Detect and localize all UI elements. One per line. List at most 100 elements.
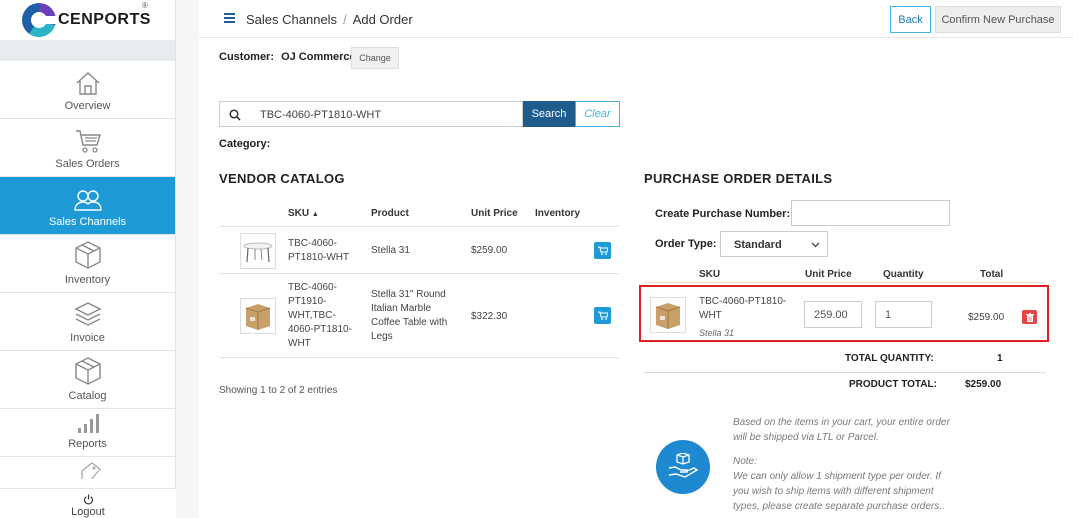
table-product-image [243, 242, 273, 263]
cart-icon [597, 246, 608, 255]
customer-label: Customer: [219, 51, 275, 63]
table-divider [219, 357, 619, 358]
bar-chart-icon [77, 414, 99, 433]
po-line-total: $259.00 [968, 312, 1005, 323]
sidebar-item-catalog[interactable]: Catalog [0, 351, 175, 409]
sidebar-item-sales-orders[interactable]: Sales Orders [0, 119, 175, 177]
logout-button[interactable]: Logout [0, 488, 176, 518]
delete-line-button[interactable] [1022, 310, 1037, 324]
clear-button[interactable]: Clear [575, 101, 620, 127]
search-value: TBC-4060-PT1810-WHT [260, 109, 382, 121]
add-to-cart-button[interactable] [594, 307, 611, 324]
table-info: Showing 1 to 2 of 2 entries [219, 385, 338, 396]
po-line-product-name: Stella 31 [699, 328, 735, 338]
col-sku-label: SKU [288, 208, 310, 219]
cart-icon [75, 130, 101, 153]
customer-info: Customer: OJ Commerce [219, 51, 356, 63]
table-divider [219, 273, 619, 274]
breadcrumb-current: Add Order [352, 12, 413, 27]
sku-line: PT1910- [288, 296, 327, 307]
order-type-select[interactable]: Standard [720, 231, 828, 257]
home-icon [76, 72, 99, 95]
box-icon [74, 357, 101, 385]
add-to-cart-button[interactable] [594, 242, 611, 259]
search-button[interactable]: Search [523, 101, 575, 127]
change-customer-button[interactable]: Change [351, 47, 399, 69]
product-line: Italian Marble [371, 303, 432, 314]
product-total-value: $259.00 [965, 379, 1002, 390]
product-line: Legs [371, 331, 393, 342]
sidebar-item-reports[interactable]: Reports [0, 409, 175, 457]
box-icon [74, 241, 101, 269]
po-line-sku: TBC-4060-PT1810- WHT [699, 295, 786, 323]
power-icon [83, 494, 93, 505]
row2-product: Stella 31" Round Italian Marble Coffee T… [371, 288, 447, 344]
note-line: types, please create separate purchase o… [733, 501, 945, 512]
po-col-quantity: Quantity [883, 269, 924, 280]
po-number-input[interactable] [791, 200, 950, 226]
row1-price: $259.00 [471, 245, 508, 256]
quantity-input[interactable]: 1 [875, 301, 932, 328]
note-line: you wish to ship items with different sh… [733, 486, 934, 497]
product-total-label: PRODUCT TOTAL: [849, 379, 937, 390]
sidebar-item-invoice[interactable]: Invoice [0, 293, 175, 351]
back-button[interactable]: Back [890, 6, 931, 33]
sidebar-item-sales-channels[interactable]: Sales Channels [0, 177, 175, 235]
sort-asc-icon: ▲ [311, 211, 319, 218]
col-product-header[interactable]: Product [371, 208, 409, 219]
category-label: Category: [219, 138, 271, 150]
row1-product: Stella 31 [371, 245, 410, 256]
layers-icon [73, 302, 102, 326]
total-quantity-label: TOTAL QUANTITY: [845, 353, 934, 364]
sidebar-item-inventory[interactable]: Inventory [0, 235, 175, 293]
vendor-catalog-title: VENDOR CATALOG [219, 171, 345, 186]
search-input[interactable]: TBC-4060-PT1810-WHT [219, 101, 523, 127]
col-sku-header[interactable]: SKU ▲ [288, 208, 319, 219]
breadcrumb: Sales Channels / Add Order [246, 12, 413, 27]
sku-line: 4060-PT1810- [288, 324, 352, 335]
product-thumbnail [240, 233, 276, 269]
chevron-down-icon [811, 242, 820, 248]
menu-toggle-icon[interactable] [224, 13, 235, 23]
sidebar: CENPORTS ® Overview Sales Orders Sales C… [0, 0, 176, 518]
order-type-value: Standard [734, 239, 782, 251]
col-unit-price-header[interactable]: Unit Price [471, 208, 518, 219]
po-details-title: PURCHASE ORDER DETAILS [644, 171, 833, 186]
shipping-note: Note: We can only allow 1 shipment type … [733, 454, 973, 514]
cart-icon [597, 311, 608, 320]
top-header: Sales Channels / Add Order Back Confirm Ne… [199, 0, 1073, 38]
row1-sku: TBC-4060- PT1810-WHT [288, 237, 349, 265]
sidebar-spacer [0, 40, 175, 61]
product-line: Stella 31" Round [371, 289, 446, 300]
po-table-divider [644, 282, 1046, 283]
sku-line: WHT [699, 310, 722, 321]
row2-sku: TBC-4060- PT1910- WHT,TBC- 4060-PT1810- … [288, 281, 352, 351]
sidebar-item-partial [0, 457, 175, 479]
breadcrumb-parent[interactable]: Sales Channels [246, 12, 337, 27]
brand-name: CENPORTS [58, 11, 151, 28]
brand-logo[interactable]: CENPORTS ® [0, 0, 175, 40]
shipping-icon [656, 440, 710, 494]
product-thumbnail [240, 298, 276, 334]
registered-mark: ® [142, 1, 148, 10]
sidebar-item-label: Reports [68, 438, 107, 450]
unit-price-input[interactable]: 259.00 [804, 301, 862, 328]
po-col-total: Total [980, 269, 1004, 280]
box-product-image [655, 303, 681, 329]
col-inventory-header[interactable]: Inventory [535, 208, 580, 219]
sidebar-item-label: Catalog [68, 390, 107, 402]
note-line: We can only allow 1 shipment type per or… [733, 471, 941, 482]
sidebar-item-label: Sales Orders [55, 158, 120, 170]
note-label: Note: [733, 456, 757, 467]
confirm-purchase-button[interactable]: Confirm New Purchase [935, 6, 1061, 33]
sidebar-item-label: Invoice [70, 332, 105, 344]
sku-line: TBC-4060-PT1810- [699, 296, 787, 307]
order-type-label: Order Type: [655, 238, 717, 250]
sidebar-item-label: Overview [64, 100, 111, 112]
users-icon [73, 190, 102, 211]
sidebar-item-overview[interactable]: Overview [0, 61, 175, 119]
product-line: Coffee Table with [371, 317, 448, 328]
search-icon [229, 109, 241, 121]
hand-box-icon [668, 453, 699, 478]
shipping-info-line: Based on the items in your cart, your en… [733, 417, 950, 428]
